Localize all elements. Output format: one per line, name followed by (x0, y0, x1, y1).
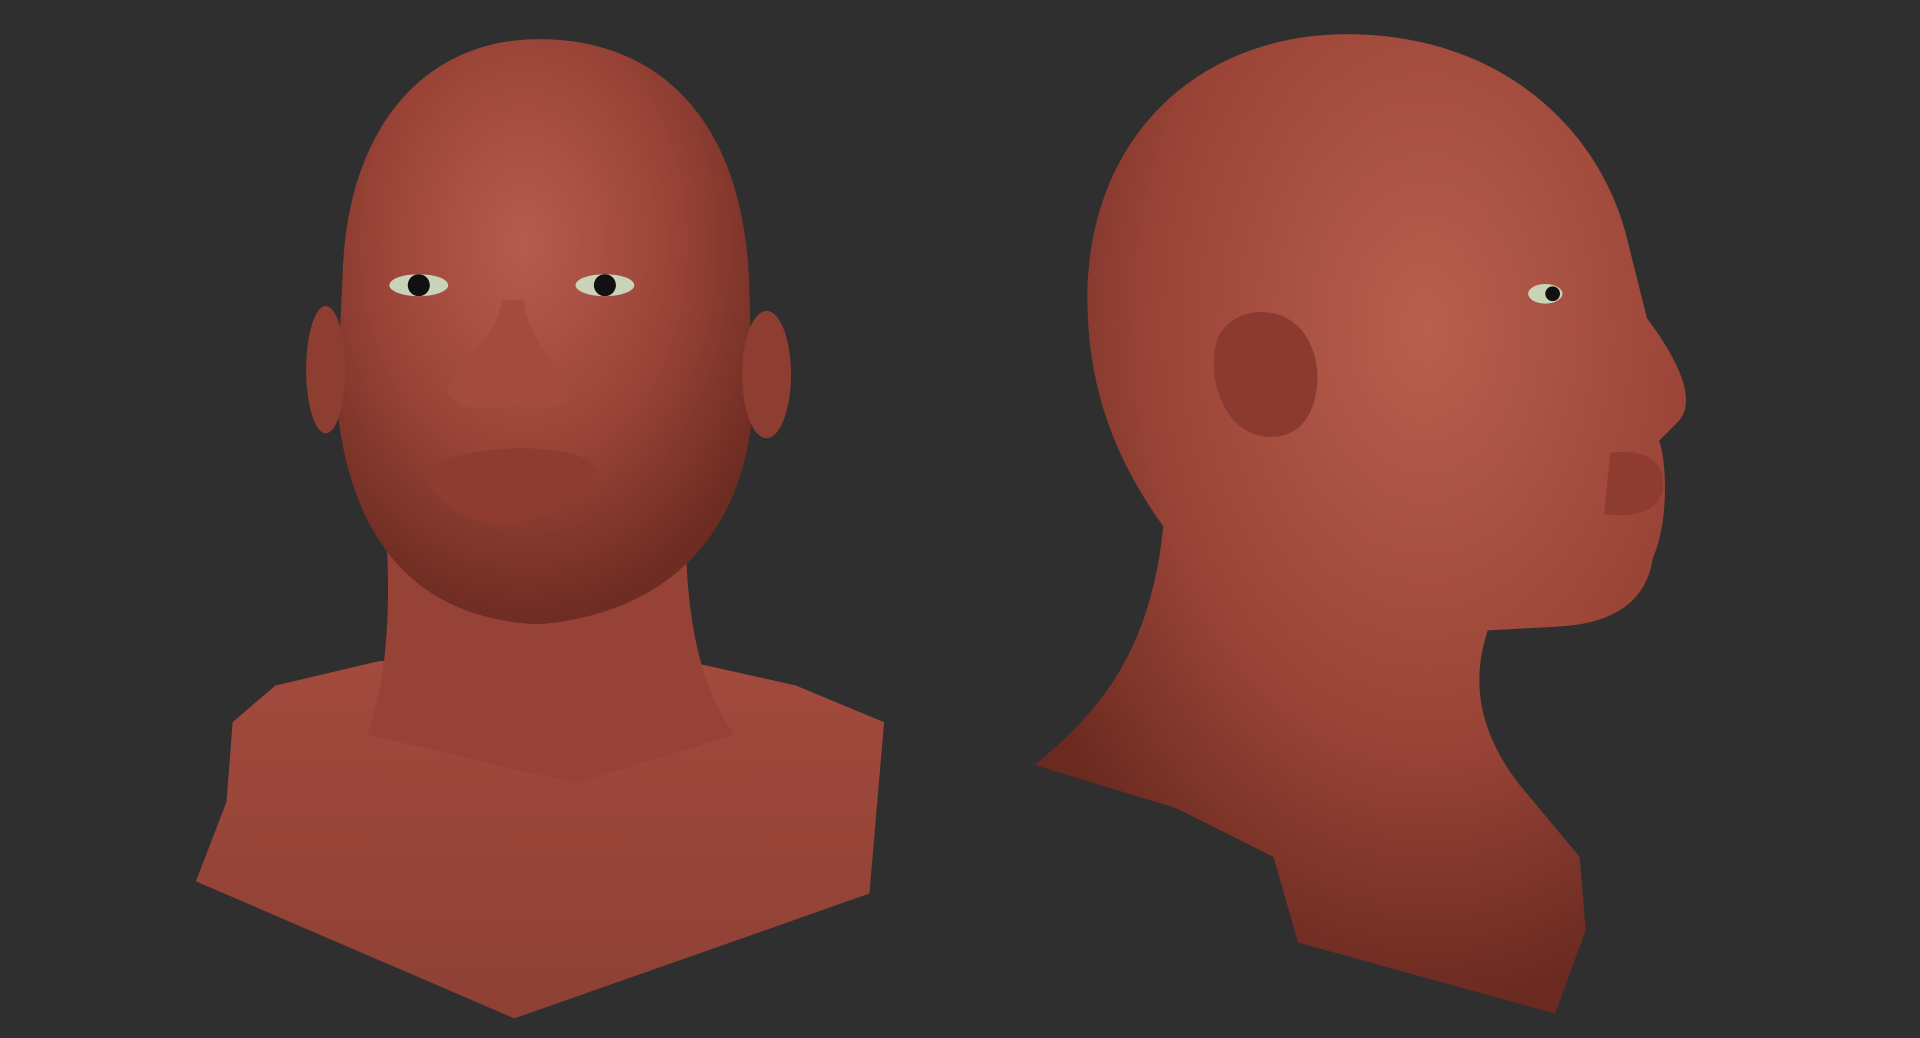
head-front (336, 39, 754, 625)
pupil-right (593, 274, 616, 297)
sculpt-render (0, 0, 1920, 1038)
ear-right (742, 310, 792, 439)
pupil-profile (1545, 286, 1560, 302)
pupil-left (407, 274, 430, 297)
ear-left (306, 306, 346, 434)
